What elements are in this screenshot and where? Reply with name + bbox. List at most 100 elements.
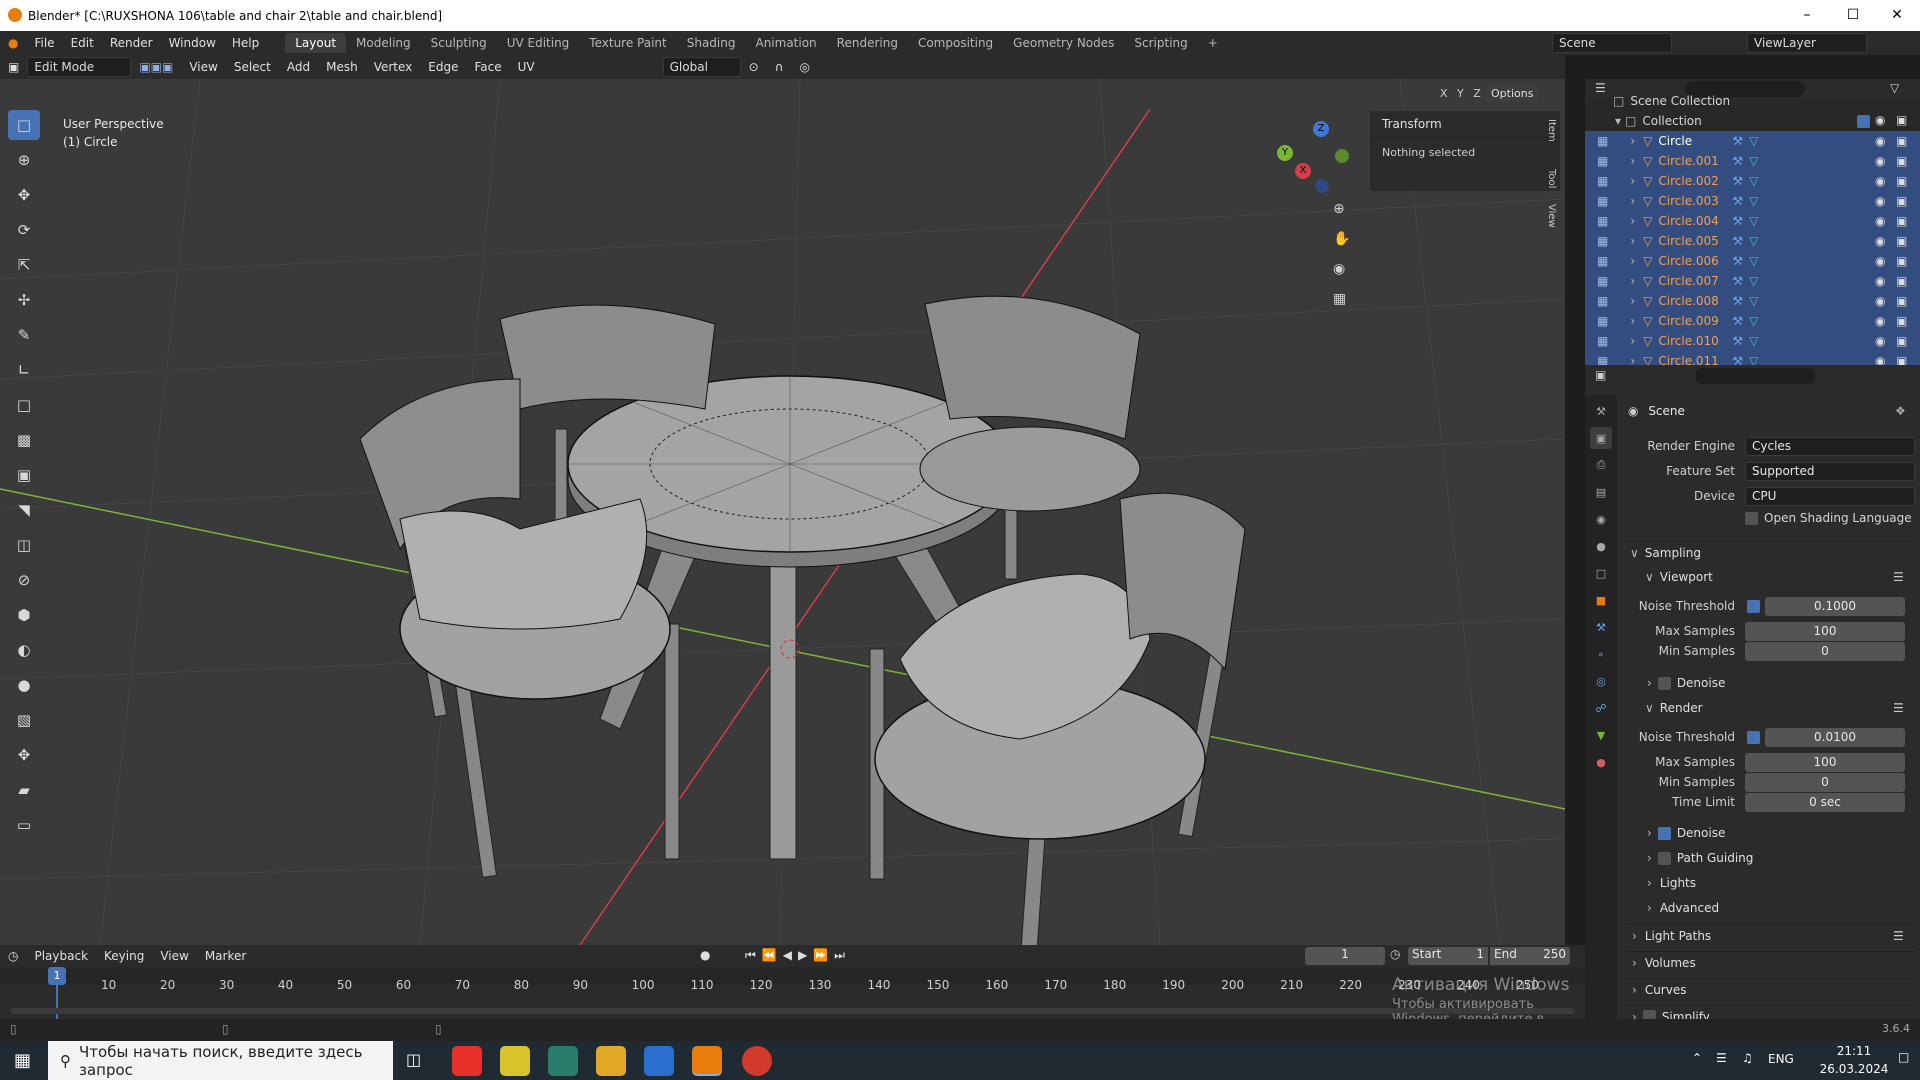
visibility-eye-icon[interactable]: ◉ <box>1875 314 1885 328</box>
mesh-select-icon[interactable]: ▦ <box>1597 254 1608 268</box>
properties-editor-icon[interactable]: ▣ <box>1595 368 1606 382</box>
menu-uv[interactable]: UV <box>510 60 543 74</box>
chevron-right-icon[interactable]: › <box>1630 234 1635 248</box>
modifier-icon[interactable]: ⚒ <box>1732 274 1743 288</box>
mesh-select-icon[interactable]: ▦ <box>1597 194 1608 208</box>
menu-face[interactable]: Face <box>466 60 509 74</box>
mesh-data-icon[interactable]: ▽ <box>1749 134 1758 148</box>
camera-icon[interactable]: ◉ <box>1333 261 1345 277</box>
transform-icon[interactable]: ✢ <box>8 285 40 315</box>
blender-menu-icon[interactable]: ● <box>0 36 26 50</box>
cursor-icon[interactable]: ⊕ <box>8 145 40 175</box>
visibility-eye-icon[interactable]: ◉ <box>1875 334 1885 348</box>
render-camera-icon[interactable]: ▣ <box>1896 134 1907 148</box>
visibility-eye-icon[interactable]: ◉ <box>1875 294 1885 308</box>
modifier-icon[interactable]: ⚒ <box>1732 254 1743 268</box>
mesh-data-icon[interactable]: ▽ <box>1749 234 1758 248</box>
snap-icon[interactable]: ∩ <box>767 60 792 74</box>
knife-icon[interactable]: ⊘ <box>8 565 40 595</box>
osl-checkbox[interactable]: Open Shading Language <box>1745 511 1912 525</box>
scene-selector[interactable]: Scene <box>1552 33 1672 53</box>
outliner-object-name[interactable]: Circle.008 <box>1658 294 1728 308</box>
annotate-icon[interactable]: ✎ <box>8 320 40 350</box>
timeline-editor-icon[interactable]: ◷ <box>0 949 26 963</box>
outliner-object-row[interactable]: ▦ › ▽ Circle.004 ⚒ ▽ ◉ ▣ <box>1585 211 1920 231</box>
mesh-select-icon[interactable]: ▦ <box>1597 294 1608 308</box>
outliner-object-name[interactable]: Circle <box>1658 134 1728 148</box>
file-explorer-icon[interactable] <box>596 1046 626 1076</box>
path-guiding-checkbox[interactable] <box>1657 851 1671 865</box>
outliner-object-name[interactable]: Circle.004 <box>1658 214 1728 228</box>
menu-window[interactable]: Window <box>161 36 224 50</box>
start-frame-field[interactable]: Start 1 <box>1408 947 1488 965</box>
render-tab-icon[interactable]: ▣ <box>1590 427 1612 449</box>
mesh-select-icon[interactable]: ▦ <box>1597 214 1608 228</box>
chevron-right-icon[interactable]: › <box>1630 274 1635 288</box>
render-camera-icon[interactable]: ▣ <box>1896 154 1907 168</box>
render-min-samples-field[interactable]: 0 <box>1745 772 1905 792</box>
mesh-select-icon[interactable]: ▦ <box>1597 234 1608 248</box>
collection-checkbox[interactable] <box>1857 115 1870 128</box>
mesh-data-icon[interactable]: ▽ <box>1749 154 1758 168</box>
tab-animation[interactable]: Animation <box>745 33 826 53</box>
mesh-select-icon[interactable]: ▦ <box>1597 274 1608 288</box>
chevron-right-icon[interactable]: › <box>1630 154 1635 168</box>
edge-slide-icon[interactable]: ▧ <box>8 705 40 735</box>
tab-shading[interactable]: Shading <box>677 33 746 53</box>
outliner-object-row[interactable]: ▦ › ▽ Circle.010 ⚒ ▽ ◉ ▣ <box>1585 331 1920 351</box>
menu-help[interactable]: Help <box>224 36 267 50</box>
menu-view[interactable]: View <box>181 60 225 74</box>
3d-viewport[interactable]: User Perspective (1) Circle Z Y X ⊕ ✋ ◉ … <box>0 79 1565 945</box>
volume-icon[interactable]: ♫ <box>1742 1051 1753 1065</box>
spin-icon[interactable]: ◐ <box>8 635 40 665</box>
render-denoise-subsection[interactable]: › Denoise <box>1625 822 1915 844</box>
tab-compositing[interactable]: Compositing <box>908 33 1003 53</box>
transform-header[interactable]: Transform <box>1370 111 1560 138</box>
properties-search-input[interactable] <box>1695 368 1815 384</box>
tab-scripting[interactable]: Scripting <box>1124 33 1197 53</box>
poly-build-icon[interactable]: ⬢ <box>8 600 40 630</box>
menu-add[interactable]: Add <box>279 60 318 74</box>
menu-render[interactable]: Render <box>102 36 161 50</box>
physics-tab-icon[interactable]: ◎ <box>1590 670 1612 692</box>
editor-type-icon[interactable]: ▣ <box>0 60 27 74</box>
mesh-data-icon[interactable]: ▽ <box>1749 174 1758 188</box>
tab-uv-editing[interactable]: UV Editing <box>497 33 580 53</box>
add-workspace-button[interactable]: + <box>1198 33 1228 53</box>
sidebar-tab-tool[interactable]: Tool <box>1546 169 1557 188</box>
visibility-eye-icon[interactable]: ◉ <box>1875 274 1885 288</box>
outliner-object-row[interactable]: ▦ › ▽ Circle.001 ⚒ ▽ ◉ ▣ <box>1585 151 1920 171</box>
orientation-selector[interactable]: Global <box>662 57 741 77</box>
gizmo-neg-y[interactable] <box>1335 149 1349 163</box>
modifier-icon[interactable]: ⚒ <box>1732 214 1743 228</box>
timer-icon[interactable]: ◷ <box>1390 947 1400 961</box>
outliner-object-name[interactable]: Circle.003 <box>1658 194 1728 208</box>
viewport-denoise-subsection[interactable]: › Denoise <box>1625 672 1915 694</box>
shrink-icon[interactable]: ✥ <box>8 740 40 770</box>
chevron-right-icon[interactable]: › <box>1630 194 1635 208</box>
navigation-gizmo[interactable]: Z Y X <box>1275 119 1355 199</box>
render-camera-icon[interactable]: ▣ <box>1896 194 1907 208</box>
maximize-icon[interactable]: ☐ <box>1830 0 1876 31</box>
gizmo-y[interactable]: Y <box>1277 145 1293 161</box>
gizmo-x[interactable]: X <box>1295 163 1311 179</box>
inset-icon[interactable]: ▣ <box>8 460 40 490</box>
outliner-object-name[interactable]: Circle.005 <box>1658 234 1728 248</box>
mesh-data-icon[interactable]: ▽ <box>1749 274 1758 288</box>
render-camera-icon[interactable]: ▣ <box>1896 234 1907 248</box>
menu-edit[interactable]: Edit <box>63 36 102 50</box>
render-camera-icon[interactable]: ▣ <box>1896 274 1907 288</box>
render-camera-icon[interactable]: ▣ <box>1896 294 1907 308</box>
menu-mesh[interactable]: Mesh <box>318 60 366 74</box>
presets-list-icon[interactable]: ☰ <box>1893 570 1904 584</box>
wifi-icon[interactable]: ☰ <box>1716 1051 1727 1065</box>
viewport-noise-threshold-field[interactable]: 0.1000 <box>1765 596 1905 616</box>
visibility-eye-icon[interactable]: ◉ <box>1875 134 1885 148</box>
smooth-icon[interactable]: ● <box>8 670 40 700</box>
object-tab-icon[interactable]: ■ <box>1590 589 1612 611</box>
close-icon[interactable]: ✕ <box>1874 0 1920 31</box>
curves-section[interactable]: › Curves <box>1625 978 1915 1000</box>
bevel-icon[interactable]: ◥ <box>8 495 40 525</box>
pan-hand-icon[interactable]: ✋ <box>1333 231 1350 247</box>
render-noise-checkbox[interactable] <box>1747 731 1760 744</box>
